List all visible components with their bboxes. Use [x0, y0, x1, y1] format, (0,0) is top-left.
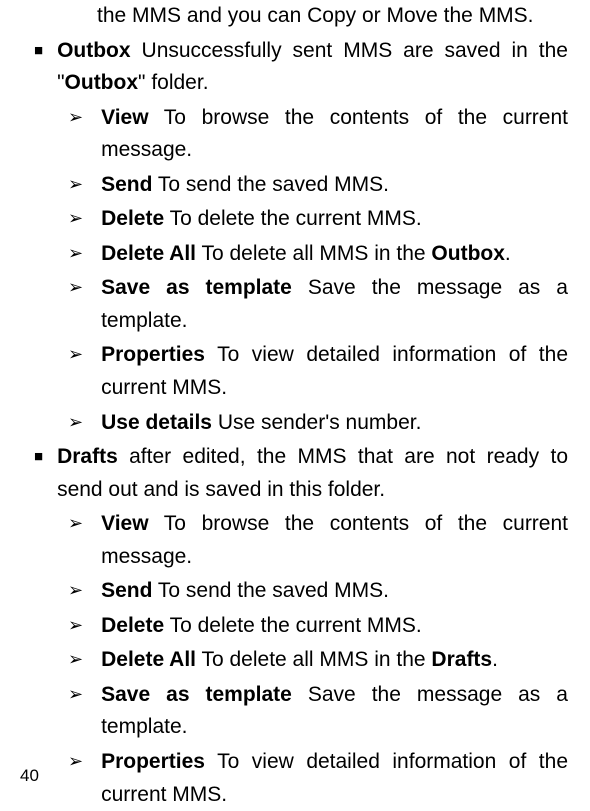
chevron-right-icon: ➢ — [68, 644, 83, 677]
continuation-line: the MMS and you can Copy or Move the MMS… — [20, 0, 568, 33]
chevron-right-icon: ➢ — [68, 203, 83, 236]
outbox-emph: Outbox — [65, 71, 139, 94]
item-title: Send — [101, 579, 152, 602]
item-desc: To browse the contents of the current me… — [101, 106, 568, 162]
drafts-delete-all: ➢ Delete All To delete all MMS in the Dr… — [20, 644, 568, 677]
chevron-right-icon: ➢ — [68, 746, 83, 811]
chevron-right-icon: ➢ — [68, 508, 83, 573]
item-title: Delete — [101, 614, 164, 637]
item-desc-post: . — [505, 242, 511, 265]
item-desc: To send the saved MMS. — [152, 579, 389, 602]
chevron-right-icon: ➢ — [68, 679, 83, 744]
section-drafts-body: Drafts after edited, the MMS that are no… — [57, 441, 568, 506]
item-desc: To browse the contents of the current me… — [101, 512, 568, 568]
item-desc-bold: Outbox — [431, 242, 505, 265]
outbox-properties: ➢ Properties To view detailed informatio… — [20, 339, 568, 404]
drafts-send: ➢ Send To send the saved MMS. — [20, 575, 568, 608]
drafts-delete: ➢ Delete To delete the current MMS. — [20, 610, 568, 643]
item-title: Save as template — [101, 683, 292, 706]
list-item: Send To send the saved MMS. — [101, 169, 568, 202]
item-title: Delete All — [101, 648, 196, 671]
item-desc: To send the saved MMS. — [152, 173, 389, 196]
item-title: Save as template — [101, 276, 292, 299]
drafts-view: ➢ View To browse the contents of the cur… — [20, 508, 568, 573]
outbox-delete-all: ➢ Delete All To delete all MMS in the Ou… — [20, 238, 568, 271]
item-title: Send — [101, 173, 152, 196]
item-title: Use details — [101, 411, 212, 434]
item-desc: To delete the current MMS. — [164, 614, 422, 637]
item-desc-bold: Drafts — [431, 648, 492, 671]
chevron-right-icon: ➢ — [68, 238, 83, 271]
list-item: Save as template Save the message as a t… — [101, 272, 568, 337]
item-title: Properties — [101, 343, 205, 366]
list-item: Use details Use sender's number. — [101, 407, 568, 440]
list-item: Send To send the saved MMS. — [101, 575, 568, 608]
square-bullet-icon: ■ — [34, 441, 43, 506]
item-title: View — [101, 512, 148, 535]
outbox-save-template: ➢ Save as template Save the message as a… — [20, 272, 568, 337]
section-drafts-title: Drafts — [57, 445, 118, 468]
item-desc-post: . — [492, 648, 498, 671]
list-item: Properties To view detailed information … — [101, 746, 568, 811]
list-item: View To browse the contents of the curre… — [101, 102, 568, 167]
chevron-right-icon: ➢ — [68, 102, 83, 167]
item-title: Properties — [101, 750, 205, 773]
drafts-post: after edited, the MMS that are not ready… — [57, 445, 568, 501]
chevron-right-icon: ➢ — [68, 407, 83, 440]
outbox-delete: ➢ Delete To delete the current MMS. — [20, 203, 568, 236]
chevron-right-icon: ➢ — [68, 610, 83, 643]
drafts-properties: ➢ Properties To view detailed informatio… — [20, 746, 568, 811]
section-outbox-title: Outbox — [57, 39, 131, 62]
item-desc: To delete the current MMS. — [164, 207, 422, 230]
document-page: the MMS and you can Copy or Move the MMS… — [0, 0, 590, 807]
chevron-right-icon: ➢ — [68, 575, 83, 608]
square-bullet-icon: ■ — [34, 35, 43, 100]
outbox-view: ➢ View To browse the contents of the cur… — [20, 102, 568, 167]
item-title: View — [101, 106, 148, 129]
section-outbox: ■ Outbox Unsuccessfully sent MMS are sav… — [20, 35, 568, 100]
drafts-save-template: ➢ Save as template Save the message as a… — [20, 679, 568, 744]
section-outbox-body: Outbox Unsuccessfully sent MMS are saved… — [57, 35, 568, 100]
outbox-use-details: ➢ Use details Use sender's number. — [20, 407, 568, 440]
list-item: Delete All To delete all MMS in the Outb… — [101, 238, 568, 271]
outbox-post: " folder. — [138, 71, 209, 94]
section-drafts: ■ Drafts after edited, the MMS that are … — [20, 441, 568, 506]
item-desc: Use sender's number. — [212, 411, 421, 434]
list-item: Delete To delete the current MMS. — [101, 610, 568, 643]
chevron-right-icon: ➢ — [68, 339, 83, 404]
item-desc-pre: To delete all MMS in the — [196, 242, 431, 265]
page-number: 40 — [20, 763, 39, 789]
list-item: Properties To view detailed information … — [101, 339, 568, 404]
list-item: Delete To delete the current MMS. — [101, 203, 568, 236]
list-item: Delete All To delete all MMS in the Draf… — [101, 644, 568, 677]
item-desc-pre: To delete all MMS in the — [196, 648, 431, 671]
item-title: Delete All — [101, 242, 196, 265]
outbox-send: ➢ Send To send the saved MMS. — [20, 169, 568, 202]
chevron-right-icon: ➢ — [68, 272, 83, 337]
chevron-right-icon: ➢ — [68, 169, 83, 202]
list-item: View To browse the contents of the curre… — [101, 508, 568, 573]
item-title: Delete — [101, 207, 164, 230]
list-item: Save as template Save the message as a t… — [101, 679, 568, 744]
